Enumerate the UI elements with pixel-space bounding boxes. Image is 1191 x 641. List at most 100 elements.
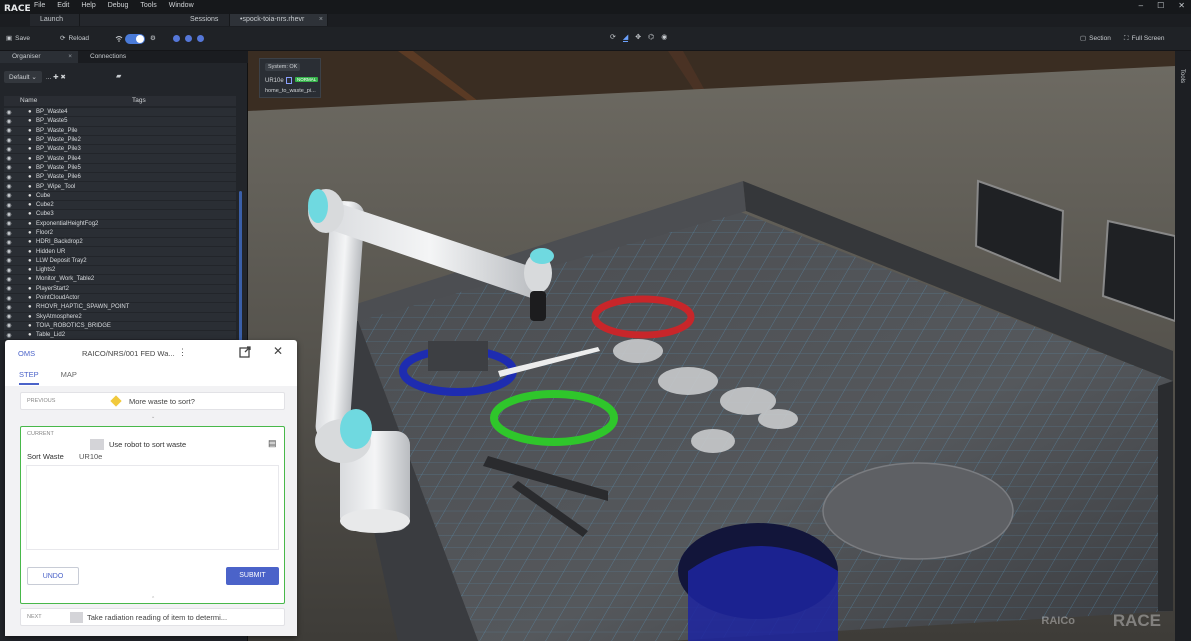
outliner-row[interactable]: ◉ ● PlayerStart2 — [4, 284, 236, 294]
connection-toggle[interactable] — [125, 34, 145, 44]
visibility-eye-icon[interactable]: ◉ — [4, 118, 14, 125]
column-tags[interactable]: Tags — [132, 97, 146, 104]
visibility-eye-icon[interactable]: ◉ — [4, 322, 14, 329]
rotate-view-icon[interactable]: ⟳ — [610, 33, 616, 42]
outliner-row[interactable]: ◉ ● PointCloudActor — [4, 293, 236, 304]
visibility-eye-icon[interactable]: ◉ — [4, 155, 14, 162]
3d-viewport[interactable]: RAICo RACE — [248, 51, 1175, 641]
menu-window[interactable]: Window — [169, 2, 194, 9]
column-name[interactable]: Name — [20, 97, 37, 104]
outliner-row[interactable]: ◉ ● Cube2 — [4, 200, 236, 211]
submit-button[interactable]: SUBMIT — [226, 567, 279, 585]
minimize-button[interactable]: – — [1139, 1, 1143, 10]
outliner-row[interactable]: ◉ ● TOIA_ROBOTICS_BRIDGE — [4, 321, 236, 332]
organiser-close-icon[interactable]: × — [68, 51, 72, 63]
reload-button[interactable]: ⟳ Reload — [60, 33, 89, 44]
outliner-row[interactable]: ◉ ● BP_Waste_Pile2 — [4, 135, 236, 146]
notes-textarea[interactable] — [26, 465, 279, 550]
outliner-item-label: BP_Waste_Pile6 — [36, 174, 81, 181]
outliner-row[interactable]: ◉ ● Table_Lid2 — [4, 331, 236, 340]
visibility-eye-icon[interactable]: ◉ — [4, 137, 14, 144]
tab-organiser[interactable]: Organiser × — [0, 51, 78, 63]
outliner-row[interactable]: ◉ ● BP_Waste5 — [4, 117, 236, 127]
oms-label: OMS — [18, 349, 36, 358]
outliner-row[interactable]: ◉ ● BP_Waste_Pile5 — [4, 163, 236, 174]
outliner-row[interactable]: ◉ ● BP_Waste_Pile6 — [4, 173, 236, 183]
visibility-eye-icon[interactable]: ◉ — [4, 211, 14, 218]
gear-icon[interactable]: ⚙ — [150, 33, 156, 44]
undo-button[interactable]: UNDO — [27, 567, 79, 585]
close-window-button[interactable]: ✕ — [1178, 1, 1185, 10]
outliner-row[interactable]: ◉ ● ExponentialHeightFog2 — [4, 219, 236, 229]
tab-project-file[interactable]: •spock-toia-nrs.rhevr × — [230, 14, 328, 26]
filter-actions[interactable]: ... ✚ ✖ — [46, 73, 66, 81]
outliner-row[interactable]: ◉ ● Floor2 — [4, 228, 236, 239]
menu-file[interactable]: File — [34, 2, 45, 9]
outliner-row[interactable]: ◉ ● HDRI_Backdrop2 — [4, 238, 236, 248]
outliner-row[interactable]: ◉ ● Hidden UR — [4, 247, 236, 257]
visibility-eye-icon[interactable]: ◉ — [4, 146, 14, 153]
visibility-eye-icon[interactable]: ◉ — [4, 304, 14, 311]
filter-dropdown[interactable]: Default ⌄ — [4, 71, 42, 83]
outliner-row[interactable]: ◉ ● BP_Wipe_Tool — [4, 182, 236, 192]
camera-view-icon[interactable]: ◉ — [661, 33, 667, 42]
next-step-card[interactable]: NEXT Take radiation reading of item to d… — [20, 608, 285, 626]
select-view-icon[interactable]: ◢ — [622, 33, 629, 42]
outliner-row[interactable]: ◉ ● SkyAtmosphere2 — [4, 312, 236, 322]
fullscreen-button[interactable]: ⛶ Full Screen — [1124, 33, 1164, 44]
close-icon[interactable]: ✕ — [273, 344, 283, 358]
visibility-eye-icon[interactable]: ◉ — [4, 257, 14, 264]
outliner-row[interactable]: ◉ ● BP_Waste_Pile3 — [4, 145, 236, 155]
outliner-row[interactable]: ◉ ● BP_Waste_Pile4 — [4, 154, 236, 164]
tab-launch[interactable]: Launch — [30, 14, 80, 26]
section-button[interactable]: ▢ Section — [1080, 33, 1111, 44]
vr-view-icon[interactable]: ⌬ — [648, 33, 654, 42]
watermark-race: RACE — [1112, 611, 1161, 630]
outliner-row[interactable]: ◉ ● BP_Waste4 — [4, 108, 236, 118]
visibility-eye-icon[interactable]: ◉ — [4, 127, 14, 134]
maximize-button[interactable]: ☐ — [1157, 1, 1164, 10]
visibility-eye-icon[interactable]: ◉ — [4, 164, 14, 171]
tab-connections[interactable]: Connections — [78, 51, 156, 63]
outliner-row[interactable]: ◉ ● Monitor_Work_Table2 — [4, 275, 236, 285]
visibility-eye-icon[interactable]: ◉ — [4, 313, 14, 320]
menu-debug[interactable]: Debug — [108, 2, 129, 9]
save-button[interactable]: ▣ Save — [6, 33, 30, 44]
visibility-eye-icon[interactable]: ◉ — [4, 285, 14, 292]
visibility-eye-icon[interactable]: ◉ — [4, 276, 14, 283]
previous-step-card[interactable]: PREVIOUS More waste to sort? — [20, 392, 285, 410]
menu-help[interactable]: Help — [81, 2, 95, 9]
comment-icon[interactable]: ▤ — [268, 438, 277, 449]
visibility-eye-icon[interactable]: ◉ — [4, 202, 14, 209]
visibility-eye-icon[interactable]: ◉ — [4, 183, 14, 190]
tab-close-icon[interactable]: × — [319, 14, 323, 26]
outliner-row[interactable]: ◉ ● BP_Waste_Pile — [4, 126, 236, 136]
visibility-eye-icon[interactable]: ◉ — [4, 332, 14, 339]
tab-map[interactable]: MAP — [61, 370, 77, 385]
move-view-icon[interactable]: ✥ — [635, 33, 641, 42]
menu-edit[interactable]: Edit — [57, 2, 69, 9]
visibility-eye-icon[interactable]: ◉ — [4, 230, 14, 237]
visibility-eye-icon[interactable]: ◉ — [4, 109, 14, 116]
outliner-row[interactable]: ◉ ● Cube3 — [4, 210, 236, 220]
outliner-scrollbar[interactable] — [239, 191, 242, 341]
tab-step[interactable]: STEP — [19, 370, 39, 385]
folder-icon[interactable]: ▰ — [116, 72, 121, 80]
visibility-eye-icon[interactable]: ◉ — [4, 239, 14, 246]
tools-label[interactable]: Tools — [1179, 69, 1185, 83]
visibility-eye-icon[interactable]: ◉ — [4, 248, 14, 255]
outliner-row[interactable]: ◉ ● Lights2 — [4, 266, 236, 276]
menu-tools[interactable]: Tools — [140, 2, 156, 9]
outliner-row[interactable]: ◉ ● LLW Deposit Tray2 — [4, 256, 236, 267]
visibility-eye-icon[interactable]: ◉ — [4, 192, 14, 199]
visibility-eye-icon[interactable]: ◉ — [4, 174, 14, 181]
visibility-eye-icon[interactable]: ◉ — [4, 220, 14, 227]
visibility-eye-icon[interactable]: ◉ — [4, 295, 14, 302]
outliner-row[interactable]: ◉ ● Cube — [4, 191, 236, 201]
visibility-eye-icon[interactable]: ◉ — [4, 267, 14, 274]
more-options-icon[interactable]: ⋮ — [178, 347, 187, 358]
system-status-box[interactable]: System: OK UR10e NORMAL home_to_waste_pi… — [259, 58, 321, 98]
tab-sessions[interactable]: Sessions — [80, 14, 230, 26]
open-external-icon[interactable] — [239, 346, 251, 358]
outliner-row[interactable]: ◉ ● RHOVR_HAPTIC_SPAWN_POINT — [4, 303, 236, 313]
